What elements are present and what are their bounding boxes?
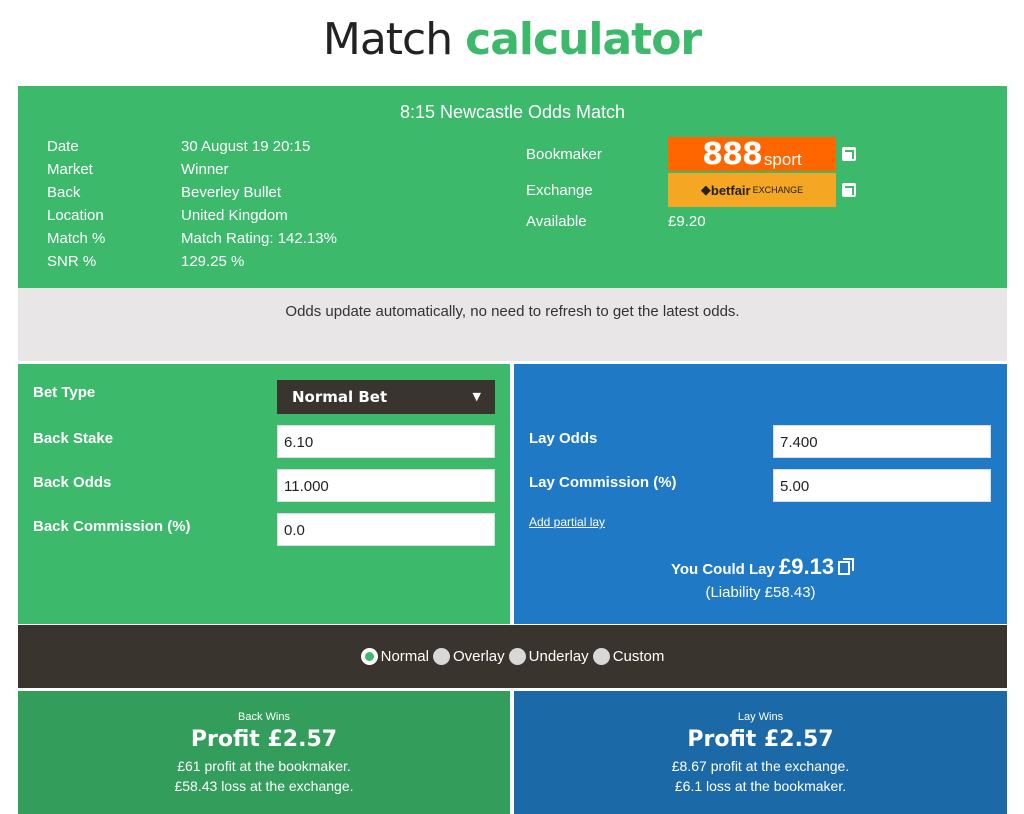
detail-row: Market Winner [47,161,481,184]
match-info-panel: 8:15 Newcastle Odds Match Date 30 August … [18,86,1007,288]
bookmaker-logo[interactable]: 888 sport [668,136,836,172]
radio-icon[interactable] [432,648,450,665]
back-commission-input[interactable]: 0.0 [277,513,495,546]
back-odds-input[interactable]: 11.000 [277,469,495,502]
result-profit: Profit £2.57 [687,727,834,752]
exchange-logo[interactable]: ◆ betfair EXCHANGE [668,173,836,207]
could-lay-text: You Could Lay [670,561,775,578]
exchange-label: Exchange [526,181,593,199]
back-bet-panel: Bet Type Normal Bet ▼ Back Stake 6.10 Bac… [18,364,510,624]
available-row: Available £9.20 [526,208,856,234]
result-line: £61 profit at the bookmaker. [177,758,351,774]
logo-sport-text: sport [763,150,802,169]
title-plain: Match [322,14,453,65]
could-lay-summary: You Could Lay £9.13 [514,554,1007,580]
mode-normal[interactable]: Normal [360,648,429,665]
lay-bet-panel: Lay Odds 7.400 Lay Commission (%) 5.00 A… [514,364,1007,624]
radio-selected-icon[interactable] [360,648,378,665]
mode-label: Underlay [528,648,589,665]
available-label: Available [526,212,587,230]
bet-type-label: Bet Type [33,384,96,401]
mode-selector: Normal Overlay Underlay Custom [18,625,1007,688]
result-heading: Lay Wins [737,711,784,723]
mode-label: Normal [380,648,429,665]
result-line: £6.1 loss at the bookmaker. [674,778,847,794]
could-lay-amount: £9.13 [779,554,835,579]
lay-odds-label: Lay Odds [529,430,598,447]
lay-commission-input[interactable]: 5.00 [773,469,991,502]
detail-row: Match % Match Rating: 142.13% [47,230,481,253]
logo-888-text: 888 [702,136,763,172]
title-accent: calculator [465,14,702,65]
detail-value: Winner [181,161,229,178]
notice-text: Odds update automatically, no need to re… [285,303,740,320]
detail-key: Date [47,138,79,155]
logo-betfair-text: betfair [710,182,751,198]
mode-overlay[interactable]: Overlay [432,648,505,665]
dropdown-arrow-icon: ▼ [472,390,481,403]
mode-underlay[interactable]: Underlay [508,648,589,665]
mode-label: Custom [612,648,665,665]
copy-icon[interactable] [838,558,855,575]
result-line: £58.43 loss at the exchange. [174,778,354,794]
auto-update-notice: Odds update automatically, no need to re… [18,288,1007,361]
detail-value: Match Rating: 142.13% [181,230,337,247]
mode-label: Overlay [452,648,505,665]
detail-row: Date 30 August 19 20:15 [47,138,481,161]
liability-text: (Liability £58.43) [705,584,816,601]
back-odds-label: Back Odds [33,474,112,491]
radio-icon[interactable] [508,648,526,665]
page-title: Match calculator [0,14,1024,65]
back-stake-input[interactable]: 6.10 [277,425,495,458]
detail-key: SNR % [47,253,97,270]
detail-value: United Kingdom [181,207,288,224]
detail-key: Back [47,184,81,201]
back-wins-result: Back Wins Profit £2.57 £61 profit at the… [18,691,510,814]
detail-value: 30 August 19 20:15 [181,138,311,155]
detail-value: 129.25 % [181,253,245,270]
mode-custom[interactable]: Custom [592,648,665,665]
detail-row: Location United Kingdom [47,207,481,230]
lay-wins-result: Lay Wins Profit £2.57 £8.67 profit at th… [514,691,1007,814]
lay-odds-input[interactable]: 7.400 [773,425,991,458]
result-line: £8.67 profit at the exchange. [671,758,850,774]
lay-commission-label: Lay Commission (%) [529,474,677,491]
available-value: £9.20 [668,212,706,230]
bet-type-select[interactable]: Normal Bet ▼ [277,380,495,414]
exchange-row: Exchange ◆ betfair EXCHANGE [526,172,856,208]
radio-icon[interactable] [592,648,610,665]
bookmaker-row: Bookmaker 888 sport [526,136,856,172]
detail-key: Match % [47,230,106,247]
detail-row: SNR % 129.25 % [47,253,481,276]
detail-row: Back Beverley Bullet [47,184,481,207]
match-details: Date 30 August 19 20:15 Market Winner Back… [47,138,481,276]
provider-details: Bookmaker 888 sport Exchange ◆ betfair EXCH… [526,136,856,234]
bookmaker-label: Bookmaker [526,145,602,163]
bet-type-value: Normal Bet [292,388,388,406]
detail-key: Market [47,161,93,178]
match-title: 8:15 Newcastle Odds Match [399,102,626,122]
detail-value: Beverley Bullet [181,184,282,201]
result-profit: Profit £2.57 [190,727,338,752]
detail-key: Location [47,207,104,224]
back-commission-label: Back Commission (%) [33,518,191,535]
logo-exchange-text: EXCHANGE [752,185,804,195]
add-partial-lay-link[interactable]: Add partial lay [529,515,605,529]
back-stake-label: Back Stake [33,430,114,447]
result-heading: Back Wins [238,711,290,723]
external-link-icon[interactable] [842,183,856,197]
external-link-icon[interactable] [842,147,856,161]
betfair-diamond-icon: ◆ [700,182,711,197]
